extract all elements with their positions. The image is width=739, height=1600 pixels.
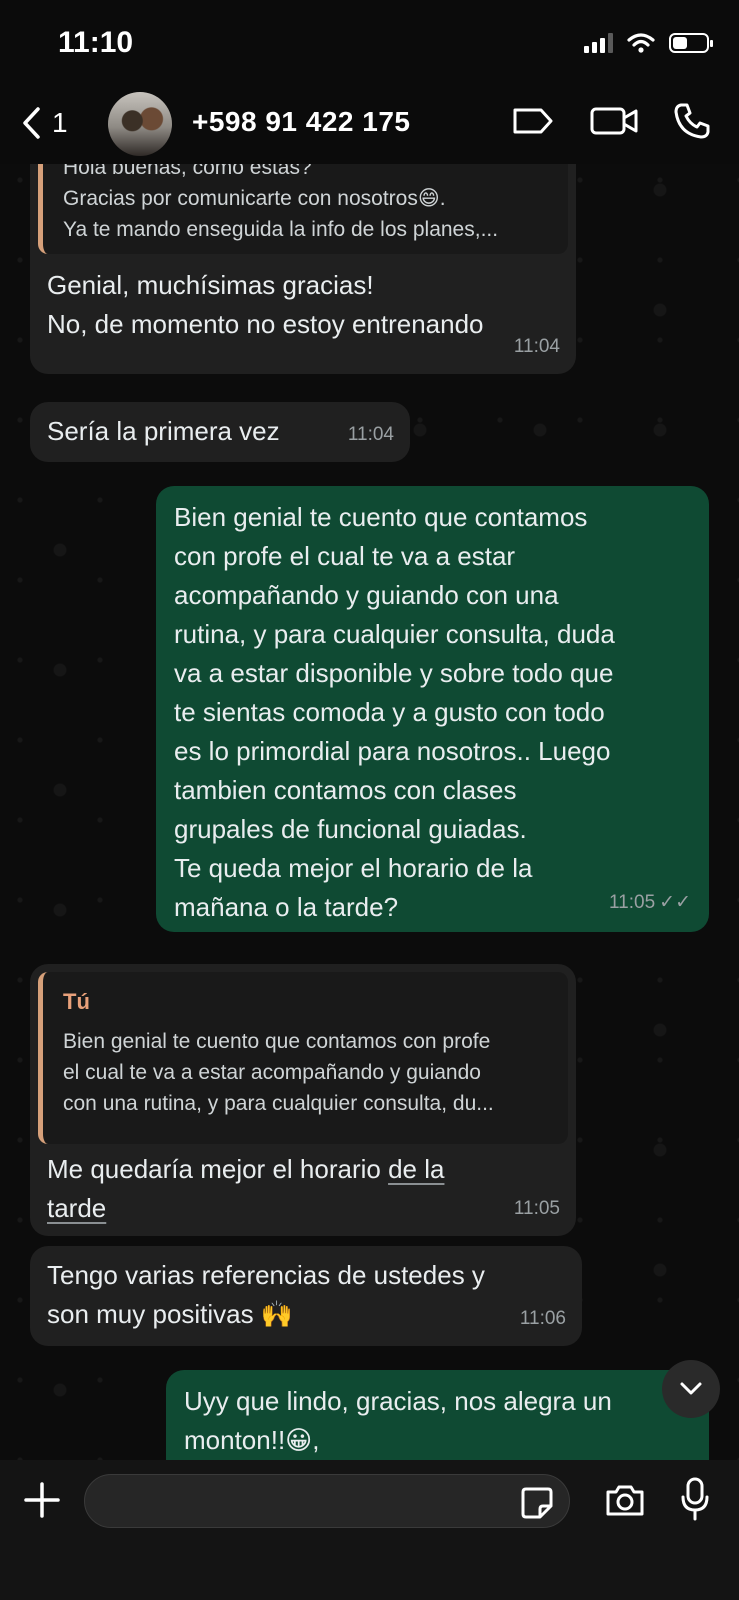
contact-avatar[interactable] (108, 92, 172, 156)
plus-icon[interactable] (22, 1480, 62, 1520)
message-time: 11:05 (513, 1198, 560, 1219)
camera-icon[interactable] (604, 1482, 646, 1518)
message-line: Te queda mejor el horario de la (174, 853, 533, 883)
status-bar: 11:10 (0, 0, 739, 88)
message-line: mañana o la tarde? (174, 892, 399, 922)
message-line: Bien genial te cuento que contamos (174, 502, 588, 532)
message-line: tambien contamos con clases (174, 775, 517, 805)
header-actions (511, 102, 711, 140)
message-line: rutina, y para cualquier consulta, duda (174, 619, 615, 649)
message-line: con profe el cual te va a estar (174, 541, 516, 571)
incoming-message[interactable]: Hola buenas, como estas? Gracias por com… (30, 164, 576, 374)
detected-link[interactable]: tarde (47, 1189, 106, 1228)
quote-line: Hola buenas, como estas? (63, 164, 312, 179)
message-line: son muy positivas 🙌 (47, 1299, 294, 1329)
message-text: Bien genial te cuento que contamos con p… (174, 498, 615, 927)
quoted-message[interactable]: Hola buenas, como estas? Gracias por com… (38, 164, 568, 254)
message-text: Sería la primera vez (47, 416, 280, 446)
quote-line: Bien genial te cuento que contamos con p… (63, 1030, 491, 1053)
battery-icon (669, 33, 713, 53)
message-line: Uyy que lindo, gracias, nos alegra un (184, 1386, 612, 1416)
label-tag-icon[interactable] (511, 105, 555, 137)
message-text: Genial, muchísimas gracias! No, de momen… (47, 266, 484, 344)
message-composer (0, 1460, 739, 1600)
chevron-down-icon (680, 1382, 702, 1395)
back-button[interactable]: 1 (20, 106, 68, 140)
video-call-icon[interactable] (589, 105, 639, 137)
message-text: Uyy que lindo, gracias, nos alegra un mo… (184, 1382, 612, 1460)
quote-line: el cual te va a estar acompañando y guia… (63, 1061, 481, 1084)
status-time: 11:10 (58, 26, 134, 59)
incoming-message[interactable]: Tú Bien genial te cuento que contamos co… (30, 964, 576, 1236)
message-time: 11:04 (347, 424, 394, 445)
message-input[interactable] (84, 1474, 570, 1528)
message-line-part: Me quedaría mejor el horario (47, 1154, 389, 1184)
wifi-icon (627, 33, 655, 53)
cellular-signal-icon (584, 33, 613, 53)
quote-line: con una rutina, y para cualquier consult… (63, 1092, 494, 1115)
message-line: monton!!😀, (184, 1425, 320, 1455)
message-line: te sientas comoda y a gusto con todo (174, 697, 605, 727)
phone-call-icon[interactable] (673, 102, 711, 140)
incoming-message[interactable]: Tengo varias referencias de ustedes y so… (30, 1246, 582, 1346)
sticker-icon[interactable] (520, 1486, 554, 1520)
chevron-left-icon (23, 107, 40, 139)
message-text: Me quedaría mejor el horario de la tarde (47, 1150, 444, 1228)
message-line: Me quedaría mejor el horario de la (47, 1150, 444, 1189)
quoted-message[interactable]: Tú Bien genial te cuento que contamos co… (38, 972, 568, 1144)
chat-messages[interactable]: Hola buenas, como estas? Gracias por com… (0, 164, 739, 1460)
message-line: va a estar disponible y sobre todo que (174, 658, 614, 688)
message-line: grupales de funcional guiadas. (174, 814, 527, 844)
message-line: Tengo varias referencias de ustedes y (47, 1260, 485, 1290)
detected-link[interactable]: de la (388, 1154, 444, 1184)
quote-line: Gracias por comunicarte con nosotros😄. (63, 187, 446, 210)
message-line: No, de momento no estoy entrenando (47, 309, 484, 339)
quote-author: Tú (63, 989, 90, 1014)
unread-count: 1 (52, 107, 68, 138)
incoming-message[interactable]: Sería la primera vez 11:04 (30, 402, 410, 462)
read-receipt-icon: ✓✓ (659, 892, 691, 913)
message-time: 11:06 (519, 1308, 566, 1329)
scroll-to-bottom-button[interactable] (662, 1360, 720, 1418)
message-text: Tengo varias referencias de ustedes y so… (47, 1256, 485, 1334)
chat-header: 1 +598 91 422 175 (0, 88, 739, 164)
message-time: 11:05 ✓✓ (609, 883, 691, 922)
microphone-icon[interactable] (680, 1476, 710, 1522)
outgoing-message[interactable]: Uyy que lindo, gracias, nos alegra un mo… (166, 1370, 709, 1460)
status-icons (584, 32, 713, 54)
message-time-text: 11:05 (609, 892, 656, 913)
message-line: es lo primordial para nosotros.. Luego (174, 736, 611, 766)
outgoing-message[interactable]: Bien genial te cuento que contamos con p… (156, 486, 709, 932)
message-line: acompañando y guiando con una (174, 580, 559, 610)
contact-name[interactable]: +598 91 422 175 (192, 106, 410, 138)
message-line: Genial, muchísimas gracias! (47, 270, 374, 300)
quote-line: Ya te mando enseguida la info de los pla… (63, 218, 499, 241)
message-time: 11:04 (513, 336, 560, 357)
